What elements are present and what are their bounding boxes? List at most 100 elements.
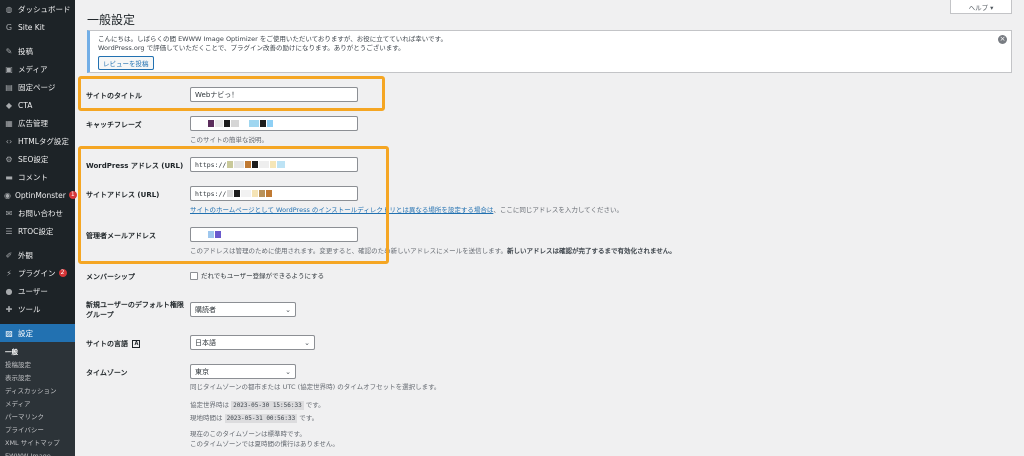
submenu-item[interactable]: パーマリンク bbox=[0, 411, 75, 424]
submenu-item[interactable]: 投稿設定 bbox=[0, 359, 75, 372]
site-title-label: サイトのタイトル bbox=[86, 92, 142, 100]
sidebar-item[interactable]: G Site Kit bbox=[0, 18, 75, 36]
wp-address-value: https:// bbox=[195, 160, 227, 169]
membership-checkbox-label: だれでもユーザー登録ができるようにする bbox=[201, 272, 325, 280]
site-address-input[interactable]: https:// bbox=[190, 186, 358, 201]
submenu-item[interactable]: ディスカッション bbox=[0, 385, 75, 398]
wp-address-input[interactable]: https:// bbox=[190, 157, 358, 172]
user-icon: ● bbox=[5, 286, 13, 296]
site-title-value: Webナビっ！ bbox=[195, 90, 239, 99]
list-icon: ☰ bbox=[5, 226, 13, 236]
submenu-item[interactable]: プライバシー bbox=[0, 424, 75, 437]
sidebar-item-label: 固定ページ bbox=[18, 82, 56, 92]
plugin-icon: ⚡ bbox=[6, 268, 12, 278]
sidebar-item-label: 外観 bbox=[18, 250, 33, 260]
sidebar-item-label: CTA bbox=[18, 100, 33, 110]
sidebar-item-label: ツール bbox=[18, 304, 41, 314]
appearance-icon: ✐ bbox=[5, 250, 13, 260]
update-count-badge: 2 bbox=[58, 269, 67, 277]
wp-address-label: WordPress アドレス (URL) bbox=[86, 162, 184, 170]
notice-text-line1: こんにちは。しばらくの間 EWWW Image Optimizer をご使用いた… bbox=[98, 35, 447, 43]
sidebar-item[interactable]: ⚙ SEO設定 bbox=[0, 150, 75, 168]
membership-checkbox[interactable] bbox=[190, 272, 198, 280]
sidebar-item-label: プラグイン bbox=[18, 268, 56, 278]
chevron-down-icon: ⌄ bbox=[304, 338, 310, 347]
site-language-select[interactable]: 日本語 ⌄ bbox=[190, 335, 315, 350]
sidebar-item[interactable]: ▬ コメント bbox=[0, 168, 75, 186]
sidebar-item-label: Site Kit bbox=[18, 22, 45, 32]
local-time: 現地時間は 2023-05-31 00:56:33 です。 bbox=[190, 414, 319, 423]
sidebar-item-label: 広告管理 bbox=[18, 118, 48, 128]
comment-icon: ▬ bbox=[5, 172, 13, 182]
default-role-value: 購読者 bbox=[195, 305, 216, 314]
help-button[interactable]: ヘルプ ▾ bbox=[950, 0, 1012, 14]
sidebar-item[interactable]: ▤ 固定ページ bbox=[0, 78, 75, 96]
default-role-select[interactable]: 購読者 ⌄ bbox=[190, 302, 296, 317]
sidebar-item[interactable]: ✎ 投稿 bbox=[0, 42, 75, 60]
site-address-help-link[interactable]: サイトのホームページとして WordPress のインストールディレクトリとは異… bbox=[190, 206, 493, 214]
page-icon: ▤ bbox=[5, 82, 13, 92]
sidebar-item[interactable]: ☰ RTOC設定 bbox=[0, 222, 75, 240]
sidebar-item[interactable]: ✐ 外観 bbox=[0, 246, 75, 264]
timezone-value: 東京 bbox=[195, 367, 209, 376]
mail-icon: ✉ bbox=[5, 208, 13, 218]
tagline-label: キャッチフレーズ bbox=[86, 121, 142, 129]
submenu-item[interactable]: メディア bbox=[0, 398, 75, 411]
chevron-down-icon: ⌄ bbox=[285, 305, 291, 314]
sidebar-item[interactable]: ▣ メディア bbox=[0, 60, 75, 78]
local-time-value: 2023-05-31 00:56:33 bbox=[224, 414, 298, 423]
tagline-description: このサイトの簡単な説明。 bbox=[190, 136, 268, 144]
site-language-label: サイトの言語 A bbox=[86, 339, 141, 349]
main-content: ヘルプ ▾ 一般設定 こんにちは。しばらくの間 EWWW Image Optim… bbox=[75, 0, 1024, 456]
sidebar-item-label: コメント bbox=[18, 172, 48, 182]
site-title-input[interactable]: Webナビっ！ bbox=[190, 87, 358, 102]
sidebar-item[interactable]: ▨ 設定 bbox=[0, 324, 75, 342]
admin-email-label: 管理者メールアドレス bbox=[86, 232, 156, 240]
dashboard-icon: ◍ bbox=[5, 4, 13, 14]
seo-icon: ⚙ bbox=[5, 154, 13, 164]
timezone-select[interactable]: 東京 ⌄ bbox=[190, 364, 296, 379]
sidebar-item[interactable]: ✚ ツール bbox=[0, 300, 75, 318]
sidebar-item-label: 設定 bbox=[18, 328, 33, 338]
pin-icon: ✎ bbox=[5, 46, 13, 56]
default-role-label: 新規ユーザーのデフォルト権限グループ bbox=[86, 301, 184, 319]
membership-label: メンバーシップ bbox=[86, 273, 135, 281]
tool-icon: ✚ bbox=[5, 304, 13, 314]
utc-time: 協定世界時は 2023-05-30 15:56:33 です。 bbox=[190, 401, 325, 410]
sidebar-item[interactable]: ✉ お問い合わせ bbox=[0, 204, 75, 222]
admin-email-description: このアドレスは管理のために使用されます。変更すると、確認のため新しいアドレスにメ… bbox=[190, 247, 676, 255]
admin-email-input[interactable] bbox=[190, 227, 358, 242]
sidebar-item-label: 投稿 bbox=[18, 46, 33, 56]
media-icon: ▣ bbox=[5, 64, 13, 74]
sidebar-item[interactable]: ● ユーザー bbox=[0, 282, 75, 300]
post-review-button[interactable]: レビューを投稿 bbox=[98, 56, 154, 70]
submenu-item[interactable]: 一般 bbox=[0, 346, 75, 359]
submenu-item[interactable]: EWWW Image Optimizer bbox=[0, 450, 75, 456]
sidebar-item-label: HTMLタグ設定 bbox=[18, 136, 69, 146]
sidebar-item[interactable]: ◉ OptinMonster 1 bbox=[0, 186, 77, 204]
sidebar-item-label: メディア bbox=[18, 64, 48, 74]
submenu-item[interactable]: 表示設定 bbox=[0, 372, 75, 385]
timezone-label: タイムゾーン bbox=[86, 369, 128, 377]
sidebar-item-label: SEO設定 bbox=[18, 154, 49, 164]
site-address-value: https:// bbox=[195, 189, 227, 198]
site-address-label: サイトアドレス (URL) bbox=[86, 191, 160, 199]
timezone-note-standard: 現在のこのタイムゾーンは標準時です。 bbox=[190, 430, 306, 438]
tagline-input[interactable] bbox=[190, 116, 358, 131]
sidebar-item[interactable]: ◆ CTA bbox=[0, 96, 75, 114]
sidebar-item[interactable]: ‹› HTMLタグ設定 bbox=[0, 132, 75, 150]
sidebar-item-label: OptinMonster bbox=[14, 190, 66, 200]
sidebar-item[interactable]: ◍ ダッシュボード bbox=[0, 0, 75, 18]
optinmonster-icon: ◉ bbox=[4, 190, 11, 200]
sidebar-item-label: ダッシュボード bbox=[18, 4, 71, 14]
submenu-item[interactable]: XML サイトマップ bbox=[0, 437, 75, 450]
sidebar-item-label: お問い合わせ bbox=[18, 208, 63, 218]
site-address-description: サイトのホームページとして WordPress のインストールディレクトリとは異… bbox=[190, 206, 623, 214]
membership-option: だれでもユーザー登録ができるようにする bbox=[190, 270, 324, 280]
timezone-description: 同じタイムゾーンの都市または UTC (協定世界時) のタイムオフセットを選択し… bbox=[190, 383, 441, 391]
sidebar-item[interactable]: ▦ 広告管理 bbox=[0, 114, 75, 132]
review-notice: こんにちは。しばらくの間 EWWW Image Optimizer をご使用いた… bbox=[87, 30, 1012, 73]
sidebar-item[interactable]: ⚡ プラグイン 2 bbox=[0, 264, 75, 282]
close-icon[interactable]: × bbox=[998, 35, 1007, 44]
translate-icon: A bbox=[132, 340, 141, 348]
